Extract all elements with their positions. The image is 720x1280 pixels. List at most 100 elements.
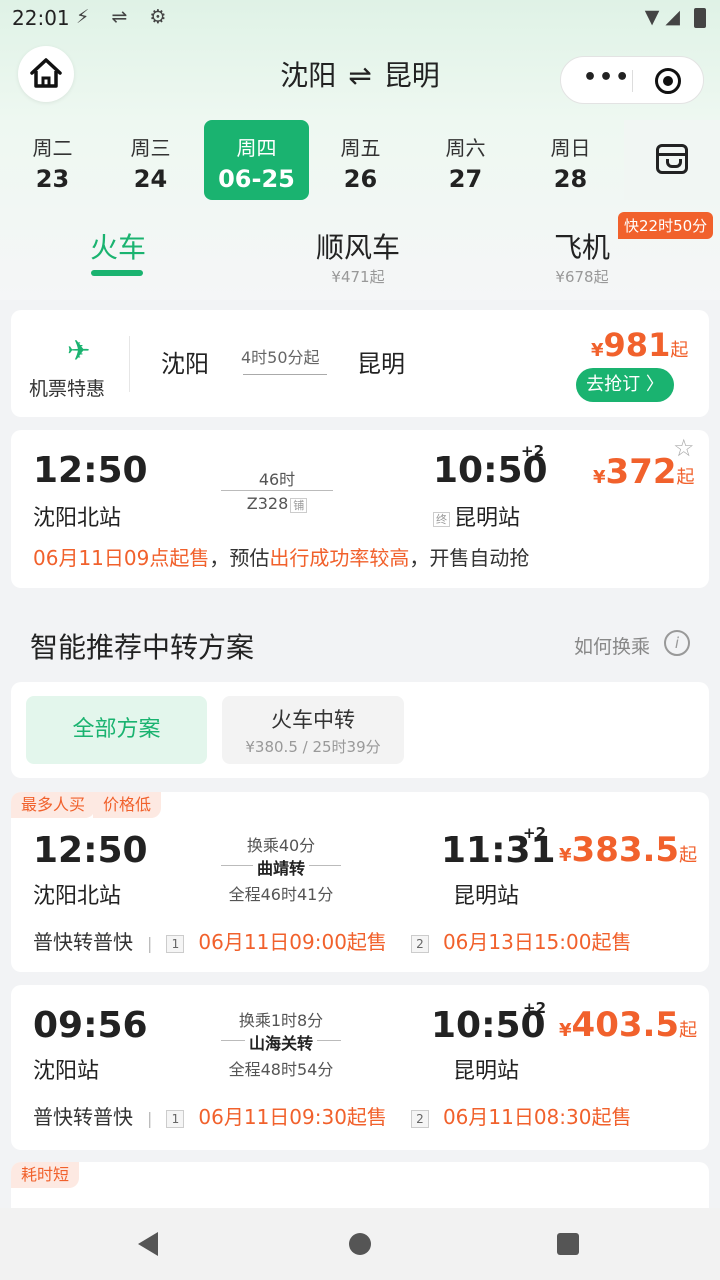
route-arrow-line: [243, 374, 327, 375]
transfer-option-card[interactable]: 09:56 沈阳站 换乘1时8分 山海关转 全程48时54分 10:50 +2 …: [11, 985, 709, 1150]
filter-all-plans[interactable]: 全部方案: [26, 696, 207, 764]
date-day: 24: [133, 165, 168, 193]
airplane-icon: ✈: [67, 334, 91, 367]
date-weekday: 周六: [445, 136, 486, 160]
segment-sale-time: 06月13日15:00起售: [442, 930, 632, 954]
segment-number: 1: [166, 1109, 185, 1128]
transport-mode-tabs: 火车 顺风车 ¥471起 飞机 ¥678起: [0, 218, 720, 288]
date-tab-selected[interactable]: 周四 06-25: [204, 120, 309, 200]
train-type: 普快转普快: [33, 930, 133, 954]
tab-label: 飞机: [554, 231, 611, 264]
filter-summary: ¥380.5 / 25时39分: [245, 738, 381, 756]
price-suffix: 起: [670, 340, 689, 361]
date-tab[interactable]: 周六 27: [413, 120, 518, 200]
arrival-station: 昆明站: [453, 884, 520, 909]
date-weekday: 周二: [32, 136, 73, 160]
close-target-icon[interactable]: [655, 68, 681, 94]
sale-date: 06月11日09点起售: [33, 546, 210, 570]
faster-badge: 快22时50分: [618, 212, 714, 239]
calendar-button[interactable]: [624, 120, 720, 200]
notification-icons: ⚡ ⇌ ⚙: [76, 6, 175, 28]
sale-note: 06月11日09点起售，预估出行成功率较高，开售自动抢: [33, 542, 529, 571]
arrival-station: 昆明站: [453, 1059, 520, 1084]
date-weekday: 周三: [130, 136, 171, 160]
currency-symbol: ¥: [591, 340, 604, 361]
date-tab[interactable]: 周二 23: [0, 120, 105, 200]
transfer-city-label: 曲靖转: [252, 859, 309, 878]
transfer-option-card[interactable]: 最多人买 价格低 12:50 沈阳北站 换乘40分 曲靖转 全程46时41分 11…: [11, 792, 709, 972]
active-tab-indicator: [91, 270, 143, 276]
from-city: 沈阳: [280, 59, 337, 92]
book-now-button[interactable]: 去抢订 〉: [576, 368, 674, 402]
transfer-city: 山海关转: [221, 1030, 341, 1054]
tab-train[interactable]: 火车: [90, 226, 146, 266]
promo-duration: 4时50分起: [241, 348, 320, 367]
success-rate: 出行成功率较高: [269, 546, 410, 570]
badge-row: 最多人买 价格低: [11, 792, 162, 818]
direct-train-card[interactable]: 12:50 沈阳北站 46时 Z328 铺 10:50 +2 终昆明站 ¥372起…: [11, 430, 709, 588]
separator: |: [147, 934, 153, 953]
tab-carpool[interactable]: 顺风车 ¥471起: [316, 226, 400, 287]
price-value: 383.5: [571, 830, 680, 870]
transfer-city: 曲靖转: [221, 855, 341, 879]
transfer-footer: 普快转普快 | 1 06月11日09:00起售 2 06月13日15:00起售: [33, 926, 655, 955]
badge-row: 耗时短: [11, 1162, 80, 1188]
note-text: ，预估: [209, 546, 270, 570]
currency-symbol: ¥: [593, 467, 606, 488]
back-icon[interactable]: [138, 1232, 158, 1256]
filter-train-transfer[interactable]: 火车中转 ¥380.5 / 25时39分: [222, 696, 404, 764]
tab-flight[interactable]: 飞机 ¥678起: [554, 226, 610, 287]
transfer-wait: 换乘40分: [246, 836, 316, 855]
signal-icons: ▼ ◢: [644, 6, 680, 28]
capsule-divider: [632, 70, 633, 92]
filter-title: 火车中转: [271, 708, 355, 732]
day-offset: +2: [521, 442, 545, 460]
info-icon[interactable]: i: [664, 630, 690, 656]
price-value: 372: [605, 452, 677, 492]
departure-station: 沈阳北站: [33, 884, 122, 909]
segment-sale-time: 06月11日08:30起售: [442, 1105, 632, 1129]
badge-shortest-time: 耗时短: [11, 1162, 80, 1188]
calendar-icon: [656, 144, 688, 174]
favorite-star-icon[interactable]: ☆: [673, 434, 695, 462]
how-to-transfer-link[interactable]: 如何换乘: [574, 632, 650, 659]
date-tab[interactable]: 周日 28: [518, 120, 623, 200]
to-city: 昆明: [383, 59, 440, 92]
train-number-wrap: Z328 铺: [221, 494, 333, 513]
departure-time: 12:50: [33, 830, 148, 871]
recent-apps-icon[interactable]: [557, 1233, 579, 1255]
route-arrow-line: [221, 490, 333, 491]
more-menu-icon[interactable]: •••: [583, 65, 631, 90]
departure-station: 沈阳站: [33, 1059, 100, 1084]
badge-low-price: 价格低: [93, 792, 162, 818]
departure-time: 12:50: [33, 450, 148, 491]
day-offset: +2: [523, 999, 547, 1017]
transfer-price: ¥383.5起: [559, 830, 697, 870]
home-button[interactable]: [18, 46, 74, 102]
badge-best-seller: 最多人买: [11, 792, 96, 818]
transfer-footer: 普快转普快 | 1 06月11日09:30起售 2 06月11日08:30起售: [33, 1101, 655, 1130]
departure-station: 沈阳北站: [33, 506, 122, 531]
swap-icon: ⇌: [348, 59, 372, 92]
battery-icon: [694, 8, 706, 28]
system-navigation-bar: [0, 1208, 720, 1280]
transfer-wait: 换乘1时8分: [238, 1011, 324, 1030]
day-offset: +2: [523, 824, 547, 842]
route-title[interactable]: 沈阳 ⇌ 昆明: [230, 54, 490, 94]
date-tab[interactable]: 周三 24: [98, 120, 203, 200]
segment-sale-time: 06月11日09:00起售: [198, 930, 387, 954]
segment-number: 2: [410, 934, 429, 953]
price-value: 403.5: [571, 1005, 680, 1045]
date-tab[interactable]: 周五 26: [308, 120, 413, 200]
currency-symbol: ¥: [559, 845, 572, 866]
departure-time: 09:56: [33, 1005, 148, 1046]
flight-promo-card[interactable]: ✈ 机票特惠 沈阳 4时50分起 昆明 ¥981起 去抢订 〉: [11, 310, 709, 417]
price-suffix: 起: [679, 845, 698, 866]
berth-tag: 铺: [290, 498, 308, 513]
terminal-tag: 终: [433, 512, 450, 527]
currency-symbol: ¥: [559, 1020, 572, 1041]
status-time: 22:01: [12, 6, 70, 30]
date-weekday: 周日: [550, 136, 591, 160]
date-selector: 周二 23 周三 24 周四 06-25 周五 26 周六 27 周日 28: [0, 120, 720, 200]
home-circle-icon[interactable]: [349, 1233, 371, 1255]
